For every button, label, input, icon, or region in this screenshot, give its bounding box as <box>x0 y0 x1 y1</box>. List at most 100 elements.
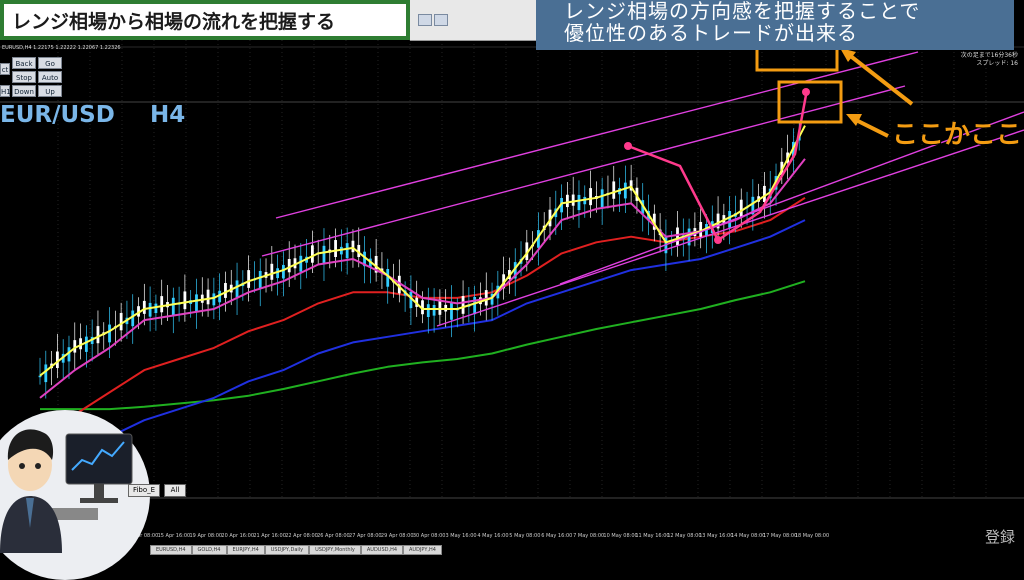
caption-line-1: レンジ相場の方向感を把握することで <box>564 0 921 23</box>
candle-body <box>108 324 111 343</box>
monitor-icon <box>65 433 133 485</box>
zigzag-point <box>802 88 810 96</box>
auto-button[interactable]: Auto <box>38 71 62 83</box>
avatar-illustration <box>0 429 133 553</box>
candle-body <box>589 188 592 206</box>
tab-usdjpy-daily[interactable]: USDJPY,Daily <box>264 545 310 555</box>
arrow-line-bottom <box>855 118 889 138</box>
x-tick-label: 20 Apr 16:00 <box>221 533 254 539</box>
ma-series-line <box>39 219 806 466</box>
chart-tabs: EURUSD,H4 GOLD,H4 EURJPY,H4 USDJPY,Daily… <box>150 545 442 555</box>
candle-body <box>461 296 465 314</box>
candle-body <box>84 336 88 352</box>
back-button[interactable]: Back <box>12 57 36 69</box>
candle-body <box>676 227 679 246</box>
candle-body <box>450 302 453 320</box>
h1-button[interactable]: H1 <box>0 85 11 97</box>
candle-body <box>351 240 355 253</box>
x-tick-label: 15 Apr 16:00 <box>158 533 191 539</box>
candle-body <box>154 303 158 314</box>
go-button[interactable]: Go <box>38 57 62 69</box>
candle-body <box>206 289 210 305</box>
caption-box: レンジ相場の方向感を把握することで 優位性のあるトレードが出来る <box>536 0 1014 50</box>
spread-readout: スプレッド: 16 <box>976 60 1018 67</box>
tab-eurusd-h4[interactable]: EURUSD,H4 <box>150 545 192 555</box>
x-tick-label: 4 May 16:00 <box>477 533 508 539</box>
x-tick-label: 13 May 16:00 <box>699 533 733 539</box>
x-tick-label: 18 May 08:00 <box>795 533 829 539</box>
x-tick-label: 11 May 16:00 <box>635 533 669 539</box>
x-tick-label: 30 Apr 08:00 <box>413 533 446 539</box>
x-tick-label: 6 May 16:00 <box>541 533 572 539</box>
left-button[interactable]: ct <box>0 63 10 75</box>
tab-audjpy-h4[interactable]: AUDJPY,H4 <box>403 545 442 555</box>
candle-body <box>310 245 314 263</box>
candle-body <box>287 259 291 273</box>
candle-body <box>171 297 175 316</box>
candle-body <box>148 302 152 317</box>
fibo-button[interactable]: Fibo_E <box>128 484 160 497</box>
candle-body <box>270 263 274 280</box>
channel-line <box>275 51 919 219</box>
time-to-next-bar: 次の足まで16分36秒 <box>960 52 1018 59</box>
x-tick-label: 12 May 08:00 <box>667 533 701 539</box>
x-tick-label: 19 Apr 08:00 <box>190 533 223 539</box>
candle-body <box>565 194 569 208</box>
candle-body <box>131 310 135 327</box>
candle-body <box>763 185 766 202</box>
x-tick-label: 3 May 16:00 <box>445 533 476 539</box>
candlesticks <box>38 121 801 399</box>
candle-body <box>235 280 239 298</box>
tab-audusd-h4[interactable]: AUDUSD,H4 <box>360 545 404 555</box>
candle-body <box>212 293 216 306</box>
candle-body <box>623 182 627 199</box>
all-button[interactable]: All <box>164 484 186 497</box>
x-tick-label: 21 Apr 16:00 <box>253 533 286 539</box>
ohlc-readout: EURUSD,H4 1.22175 1.22222 1.22067 1.2232… <box>2 45 121 51</box>
zigzag-point <box>714 236 722 244</box>
candle-body <box>160 296 164 313</box>
up-button[interactable]: Up <box>38 85 62 97</box>
toolbar-strip <box>410 0 536 41</box>
candle-body <box>728 210 732 228</box>
candle-body <box>699 221 703 237</box>
candle-body <box>612 181 616 199</box>
price-chart[interactable]: 14 Apr 08:00 15 Apr 16:00 19 Apr 08:00 20 A… <box>0 0 1024 553</box>
candle-body <box>600 189 604 208</box>
register-label: 登録 <box>985 528 1016 546</box>
candle-body <box>577 194 581 211</box>
x-tick-label: 29 Apr 08:00 <box>381 533 414 539</box>
candle-body <box>183 291 187 310</box>
tab-gold-h4[interactable]: GOLD,H4 <box>191 545 227 555</box>
candle-body <box>345 243 349 259</box>
candle-body <box>322 245 326 264</box>
x-tick-label: 7 May 08:00 <box>573 533 604 539</box>
toolbar-icon[interactable] <box>434 14 448 26</box>
candle-body <box>247 270 251 288</box>
zigzag-point <box>624 142 632 150</box>
callout-text: ここかここ <box>892 120 1023 150</box>
candle-body <box>119 313 123 331</box>
x-tick-label: 14 May 08:00 <box>731 533 765 539</box>
x-tick-label: 22 Apr 08:00 <box>285 533 318 539</box>
caption-line-2: 優位性のあるトレードが出来る <box>564 21 858 45</box>
info-readout: 次の足まで16分36秒 スプレッド: 16 <box>958 52 1018 68</box>
candle-body <box>432 305 436 316</box>
x-tick-label: 10 May 08:00 <box>603 533 637 539</box>
tab-usdjpy-monthly[interactable]: USDJPY,Monthly <box>309 545 361 555</box>
candle-body <box>334 240 337 257</box>
x-tick-label: 26 Apr 08:00 <box>317 533 350 539</box>
stop-button[interactable]: Stop <box>12 71 36 83</box>
candle-body <box>299 255 303 272</box>
ma-blue-line <box>39 219 806 466</box>
toolbar-icon[interactable] <box>418 14 432 26</box>
x-tick-label: 5 May 08:00 <box>509 533 540 539</box>
tab-eurjpy-h4[interactable]: EURJPY,H4 <box>226 545 265 555</box>
x-tick-label: 27 Apr 08:00 <box>349 533 382 539</box>
candle-body <box>282 265 285 279</box>
down-button[interactable]: Down <box>12 85 36 97</box>
candle-body <box>44 364 48 383</box>
candle-body <box>224 283 227 298</box>
x-tick-label: 17 May 08:00 <box>763 533 797 539</box>
channel-line <box>436 129 1024 327</box>
